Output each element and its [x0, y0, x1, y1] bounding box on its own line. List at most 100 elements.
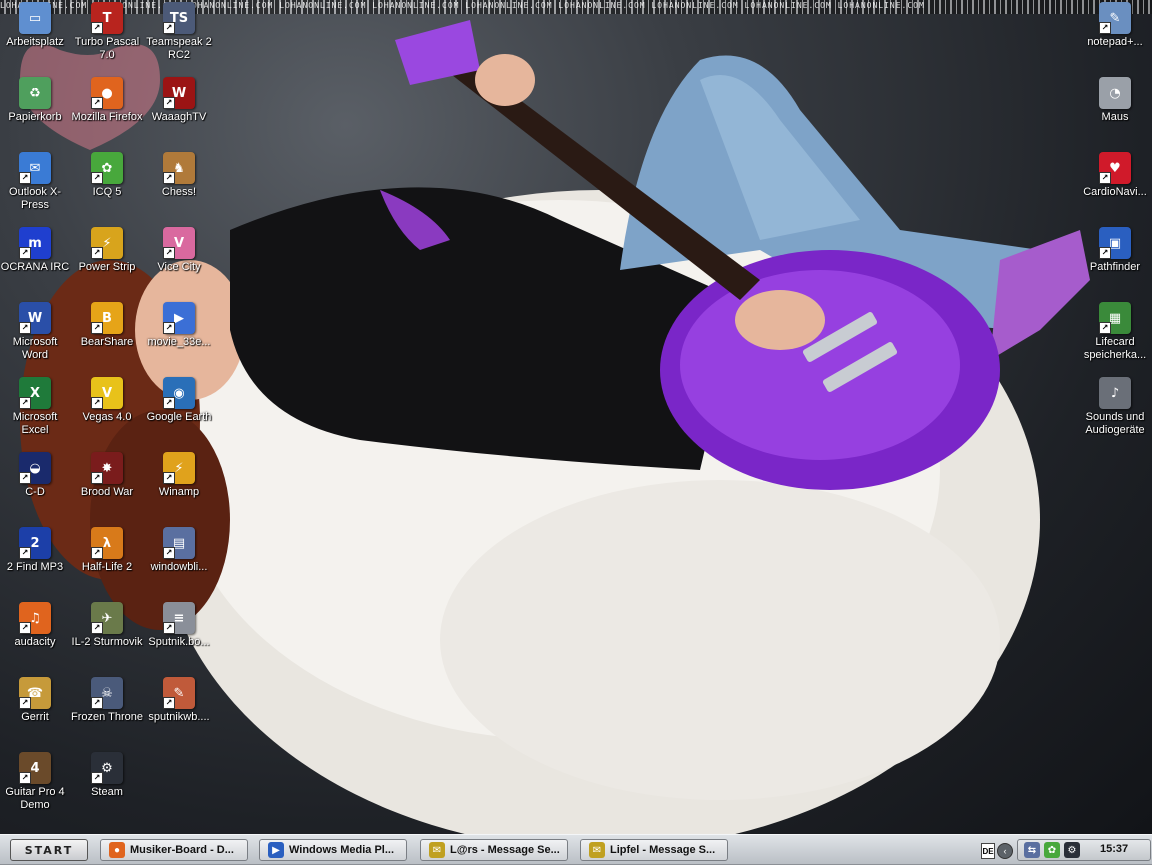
desktop-icon-c-d[interactable]: ◒ ↗ C-D	[0, 452, 71, 499]
desktop-icon-label: CardioNavi...	[1083, 186, 1147, 198]
desktop-icon-audacity[interactable]: ♫ ↗ audacity	[0, 602, 71, 649]
task-button-lipfel-message[interactable]: ✉ Lipfel - Message S...	[580, 839, 728, 861]
steam-icon[interactable]: ⚙	[1064, 842, 1080, 858]
desktop-icon-ocrana[interactable]: m ↗ OCRANA IRC	[0, 227, 71, 274]
desktop-icon-cardionavi[interactable]: ♥ ↗ CardioNavi...	[1079, 152, 1151, 199]
language-indicator[interactable]: DE	[981, 843, 995, 859]
shortcut-arrow-icon: ↗	[91, 472, 103, 484]
desktop-icon-notepad[interactable]: ✎ ↗ notepad+...	[1079, 2, 1151, 49]
network-icon[interactable]: ⇆	[1024, 842, 1040, 858]
desktop-icon-papierkorb[interactable]: ♻ Papierkorb	[0, 77, 71, 124]
word-icon: W ↗	[19, 302, 51, 334]
shortcut-arrow-icon: ↗	[91, 547, 103, 559]
desktop-icon-power-strip[interactable]: ⚡ ↗ Power Strip	[71, 227, 143, 274]
shortcut-arrow-icon: ↗	[91, 322, 103, 334]
text-file-icon: ≡ ↗	[163, 602, 195, 634]
shortcut-arrow-icon: ↗	[163, 697, 175, 709]
computer-icon: ▭	[19, 2, 51, 34]
c-d-icon: ◒ ↗	[19, 452, 51, 484]
task-button-musiker-board[interactable]: ● Musiker-Board - D...	[100, 839, 248, 861]
desktop-icon-bearshare[interactable]: B ↗ BearShare	[71, 302, 143, 349]
start-button[interactable]: START	[10, 839, 88, 861]
teamspeak-icon: TS ↗	[163, 2, 195, 34]
desktop-icon-icq[interactable]: ✿ ↗ ICQ 5	[71, 152, 143, 199]
desktop-icon-google-earth[interactable]: ◉ ↗ Google Earth	[143, 377, 215, 424]
audacity-icon: ♫ ↗	[19, 602, 51, 634]
desktop-icon-movie[interactable]: ▶ ↗ movie_33e...	[143, 302, 215, 349]
taskbar: START ● Musiker-Board - D... ▶ Windows M…	[0, 834, 1152, 865]
desktop-icon-label: ICQ 5	[92, 186, 122, 198]
desktop-icon-chess[interactable]: ♞ ↗ Chess!	[143, 152, 215, 199]
desktop-icon-frozen-throne[interactable]: ☠ ↗ Frozen Throne	[71, 677, 143, 724]
desktop-icon-windowblinds[interactable]: ▤ ↗ windowbli...	[143, 527, 215, 574]
shortcut-arrow-icon: ↗	[91, 697, 103, 709]
task-label: L@rs - Message Se...	[450, 844, 560, 856]
desktop-icon-outlook-xpress[interactable]: ✉ ↗ Outlook X-Press	[0, 152, 71, 212]
desktop-icon-sounds[interactable]: ♪ Sounds und Audiogeräte	[1079, 377, 1151, 437]
heart-icon: ♥ ↗	[1099, 152, 1131, 184]
desktop-icon-firefox[interactable]: ● ↗ Mozilla Firefox	[71, 77, 143, 124]
desktop-icon-vice-city[interactable]: V ↗ Vice City	[143, 227, 215, 274]
desktop-icon-winamp[interactable]: ⚡ ↗ Winamp	[143, 452, 215, 499]
desktop-icon-label: Google Earth	[146, 411, 212, 423]
tray-expand-button[interactable]: ‹	[997, 843, 1013, 859]
task-label: Windows Media Pl...	[289, 844, 395, 856]
desktop-icon-sputnikwb[interactable]: ✎ ↗ sputnikwb....	[143, 677, 215, 724]
recycle-bin-icon: ♻	[19, 77, 51, 109]
desktop-icon-label: IL-2 Sturmovik	[71, 636, 143, 648]
desktop-icon-label: Vegas 4.0	[82, 411, 132, 423]
desktop-icon-label: Guitar Pro 4 Demo	[5, 786, 65, 811]
desktop-icon-turbo-pascal[interactable]: T ↗ Turbo Pascal 7.0	[71, 2, 143, 62]
desktop-icon-vegas[interactable]: V ↗ Vegas 4.0	[71, 377, 143, 424]
task-button-media-player[interactable]: ▶ Windows Media Pl...	[259, 839, 407, 861]
desktop-icon-label: Steam	[91, 786, 123, 798]
desktop-icon-excel[interactable]: X ↗ Microsoft Excel	[0, 377, 71, 437]
desktop-icon-label: notepad+...	[1087, 36, 1143, 48]
desktop-icon-arbeitsplatz[interactable]: ▭ Arbeitsplatz	[0, 2, 71, 49]
desktop-icon-label: Power Strip	[78, 261, 136, 273]
desktop-icon-label: Frozen Throne	[71, 711, 143, 723]
message-session-icon: ✉	[429, 842, 445, 858]
media-player-icon: ▶	[268, 842, 284, 858]
task-label: Lipfel - Message S...	[610, 844, 716, 856]
power-strip-icon: ⚡ ↗	[91, 227, 123, 259]
shortcut-arrow-icon: ↗	[91, 172, 103, 184]
excel-icon: X ↗	[19, 377, 51, 409]
desktop-icon-steam[interactable]: ⚙ ↗ Steam	[71, 752, 143, 799]
shortcut-arrow-icon: ↗	[1099, 322, 1111, 334]
icq-flower-icon[interactable]: ✿	[1044, 842, 1060, 858]
desktop-icon-label: Winamp	[158, 486, 200, 498]
desktop-icon-guitar-pro[interactable]: 4 ↗ Guitar Pro 4 Demo	[0, 752, 71, 812]
desktop-icon-gerrit[interactable]: ☎ ↗ Gerrit	[0, 677, 71, 724]
shortcut-arrow-icon: ↗	[19, 472, 31, 484]
desktop-icon-half-life-2[interactable]: λ ↗ Half-Life 2	[71, 527, 143, 574]
desktop-icon-label: movie_33e...	[147, 336, 211, 348]
notepad-icon: ✎ ↗	[1099, 2, 1131, 34]
desktop-icon-waaaghtv[interactable]: W ↗ WaaaghTV	[143, 77, 215, 124]
desktop-icon-brood-war[interactable]: ✸ ↗ Brood War	[71, 452, 143, 499]
bearshare-icon: B ↗	[91, 302, 123, 334]
clock[interactable]: 15:37	[1100, 843, 1128, 855]
desktop-icon-il2[interactable]: ✈ ↗ IL-2 Sturmovik	[71, 602, 143, 649]
desktop-icon-pathfinder[interactable]: ▣ ↗ Pathfinder	[1079, 227, 1151, 274]
shortcut-arrow-icon: ↗	[19, 772, 31, 784]
shortcut-arrow-icon: ↗	[19, 172, 31, 184]
task-label: Musiker-Board - D...	[130, 844, 234, 856]
desktop-icon-label: audacity	[14, 636, 56, 648]
desktop-icon-lifecard[interactable]: ▦ ↗ Lifecard speicherka...	[1079, 302, 1151, 362]
il2-icon: ✈ ↗	[91, 602, 123, 634]
shortcut-arrow-icon: ↗	[19, 622, 31, 634]
desktop-icon-2find-mp3[interactable]: 2 ↗ 2 Find MP3	[0, 527, 71, 574]
ocrana-irc-icon: m ↗	[19, 227, 51, 259]
desktop-icon-teamspeak[interactable]: TS ↗ Teamspeak 2 RC2	[143, 2, 215, 62]
desktop-icon-label: windowbli...	[150, 561, 208, 573]
desktop-icon-label: Outlook X-Press	[9, 186, 61, 211]
desktop-icon-word[interactable]: W ↗ Microsoft Word	[0, 302, 71, 362]
desktop-icon-maus[interactable]: ◔ Maus	[1079, 77, 1151, 124]
icq-flower-icon: ✿ ↗	[91, 152, 123, 184]
task-button-lars-message[interactable]: ✉ L@rs - Message Se...	[420, 839, 568, 861]
shortcut-arrow-icon: ↗	[163, 322, 175, 334]
desktop-icon-sputnik-bo[interactable]: ≡ ↗ Sputnik.bo...	[143, 602, 215, 649]
chess-icon: ♞ ↗	[163, 152, 195, 184]
shortcut-arrow-icon: ↗	[91, 247, 103, 259]
